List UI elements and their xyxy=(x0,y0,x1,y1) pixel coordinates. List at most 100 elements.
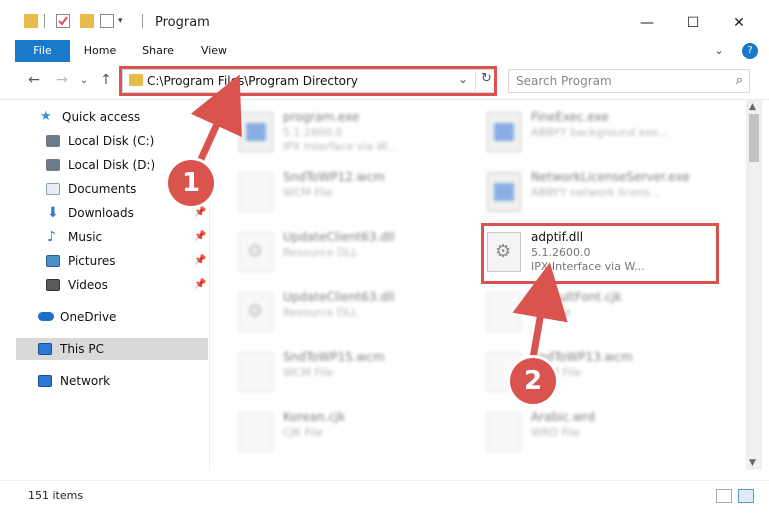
search-box[interactable]: Search Program ⌕ xyxy=(508,69,750,93)
drive-icon xyxy=(46,159,60,171)
address-highlight-box xyxy=(119,66,497,96)
exe-file-icon xyxy=(239,112,273,152)
exe-file-icon xyxy=(487,112,521,152)
search-icon: ⌕ xyxy=(735,73,743,88)
file-name: DefaultFont.cjk xyxy=(531,290,622,304)
file-name: SndToWP12.wcm xyxy=(283,170,385,184)
minimize-button[interactable]: — xyxy=(624,8,670,38)
tab-home[interactable]: Home xyxy=(76,40,124,62)
customize-toolbar-icon[interactable] xyxy=(100,14,114,28)
sidebar-item-local-disk-c[interactable]: Local Disk (C:) xyxy=(46,130,208,152)
vertical-scrollbar[interactable]: ▲ ▼ xyxy=(746,100,762,470)
sidebar-item-label: Downloads xyxy=(68,206,134,220)
cloud-icon xyxy=(38,312,54,321)
step-2-badge: 2 xyxy=(510,358,556,404)
dll-file-icon xyxy=(239,292,273,332)
sidebar-item-label: Pictures xyxy=(68,254,116,268)
file-detail: 5.1.2600.0 xyxy=(283,126,343,139)
file-item[interactable]: program.exe 5.1.2600.0 IPX Interface via… xyxy=(235,104,485,160)
file-item[interactable]: SndToWP12.wcm WCM File xyxy=(235,164,485,220)
file-detail: WCM File xyxy=(283,366,333,379)
large-icons-view-icon[interactable] xyxy=(738,489,754,503)
file-item[interactable]: Arabic.wrd WRD File xyxy=(483,404,733,460)
file-list: program.exe 5.1.2600.0 IPX Interface via… xyxy=(211,100,746,470)
file-detail: ABBYY network licens... xyxy=(531,186,661,199)
tab-file[interactable]: File xyxy=(15,40,70,62)
picture-icon xyxy=(46,255,60,267)
computer-icon xyxy=(38,343,52,355)
dll-file-icon xyxy=(239,232,273,272)
folder-icon xyxy=(24,14,38,28)
sidebar-item-label: Quick access xyxy=(62,110,141,124)
tab-share[interactable]: Share xyxy=(134,40,182,62)
sidebar-item-label: Documents xyxy=(68,182,137,196)
search-placeholder: Search Program xyxy=(516,74,612,88)
back-button[interactable]: ← xyxy=(24,70,44,90)
star-icon: ★ xyxy=(40,109,52,124)
ribbon-tabs: File Home Share View ⌄ ? xyxy=(0,40,769,62)
properties-icon[interactable] xyxy=(56,14,70,28)
file-detail: Resource DLL xyxy=(283,306,358,319)
step-1-badge: 1 xyxy=(168,160,214,206)
recent-locations-button[interactable]: ⌄ xyxy=(74,70,94,90)
file-detail: CJK File xyxy=(283,426,324,439)
sidebar-item-onedrive[interactable]: OneDrive xyxy=(38,306,208,328)
help-icon[interactable]: ? xyxy=(742,43,758,59)
sidebar-item-quick-access[interactable]: ★ Quick access xyxy=(40,106,208,128)
file-item[interactable]: UpdateClient63.dll Resource DLL xyxy=(235,284,485,340)
sidebar-item-label: Music xyxy=(68,230,103,244)
file-item[interactable]: UpdateClient63.dll Resource DLL xyxy=(235,224,485,280)
new-folder-icon[interactable] xyxy=(80,14,94,28)
navigation-pane: ★ Quick access Local Disk (C:) Local Dis… xyxy=(0,100,210,470)
file-item[interactable]: DefaultFont.cjk CJK File xyxy=(483,284,733,340)
file-name: UpdateClient63.dll xyxy=(283,230,395,244)
title-divider xyxy=(142,14,143,28)
title-bar: ▾ Program — ☐ ✕ xyxy=(0,0,769,40)
ribbon-expand-icon[interactable]: ⌄ xyxy=(712,40,726,62)
file-item[interactable]: SndToWP15.wcm WCM File xyxy=(235,344,485,400)
sidebar-item-videos[interactable]: Videos 📌 xyxy=(46,274,208,296)
pin-icon[interactable]: 📌 xyxy=(194,274,206,296)
file-name: NetworkLicenseServer.exe xyxy=(531,170,690,184)
tab-view[interactable]: View xyxy=(192,40,236,62)
file-item[interactable]: Korean.cjk CJK File xyxy=(235,404,485,460)
up-button[interactable]: ↑ xyxy=(96,70,116,90)
file-detail: WCM File xyxy=(283,186,333,199)
close-button[interactable]: ✕ xyxy=(716,8,762,38)
file-detail: IPX Interface via W... xyxy=(283,140,397,153)
forward-button[interactable]: → xyxy=(52,70,72,90)
file-detail: ABBYY background exe... xyxy=(531,126,669,139)
exe-file-icon xyxy=(487,172,521,212)
file-icon xyxy=(239,172,273,212)
file-detail: CJK File xyxy=(531,306,572,319)
pin-icon[interactable]: 📌 xyxy=(194,250,206,272)
scrollbar-thumb[interactable] xyxy=(749,114,759,162)
sidebar-item-downloads[interactable]: ⬇ Downloads 📌 xyxy=(46,202,208,224)
sidebar-item-this-pc[interactable]: This PC xyxy=(16,338,208,360)
file-name: Arabic.wrd xyxy=(531,410,596,424)
sidebar-item-label: Network xyxy=(60,374,111,388)
file-icon xyxy=(239,412,273,452)
sidebar-item-label: OneDrive xyxy=(60,310,117,324)
qat-dropdown-icon[interactable]: ▾ xyxy=(118,14,132,28)
scroll-down-icon[interactable]: ▼ xyxy=(749,458,756,468)
scroll-up-icon[interactable]: ▲ xyxy=(749,102,756,112)
sidebar-item-label: This PC xyxy=(60,342,104,356)
file-highlight-box xyxy=(481,223,719,284)
sidebar-item-label: Local Disk (D:) xyxy=(68,158,156,172)
file-icon xyxy=(239,352,273,392)
music-icon: ♪ xyxy=(47,229,56,245)
toolbar-divider xyxy=(44,14,45,28)
maximize-button[interactable]: ☐ xyxy=(670,8,716,38)
status-bar: 151 items xyxy=(0,480,769,510)
file-item[interactable]: FineExec.exe ABBYY background exe... xyxy=(483,104,733,160)
file-item[interactable]: NetworkLicenseServer.exe ABBYY network l… xyxy=(483,164,733,220)
pin-icon[interactable]: 📌 xyxy=(194,226,206,248)
details-view-icon[interactable] xyxy=(716,489,732,503)
network-icon xyxy=(38,375,52,387)
sidebar-item-music[interactable]: ♪ Music 📌 xyxy=(46,226,208,248)
sidebar-item-network[interactable]: Network xyxy=(38,370,208,392)
file-name: Korean.cjk xyxy=(283,410,346,424)
sidebar-item-pictures[interactable]: Pictures 📌 xyxy=(46,250,208,272)
download-icon: ⬇ xyxy=(47,205,59,221)
